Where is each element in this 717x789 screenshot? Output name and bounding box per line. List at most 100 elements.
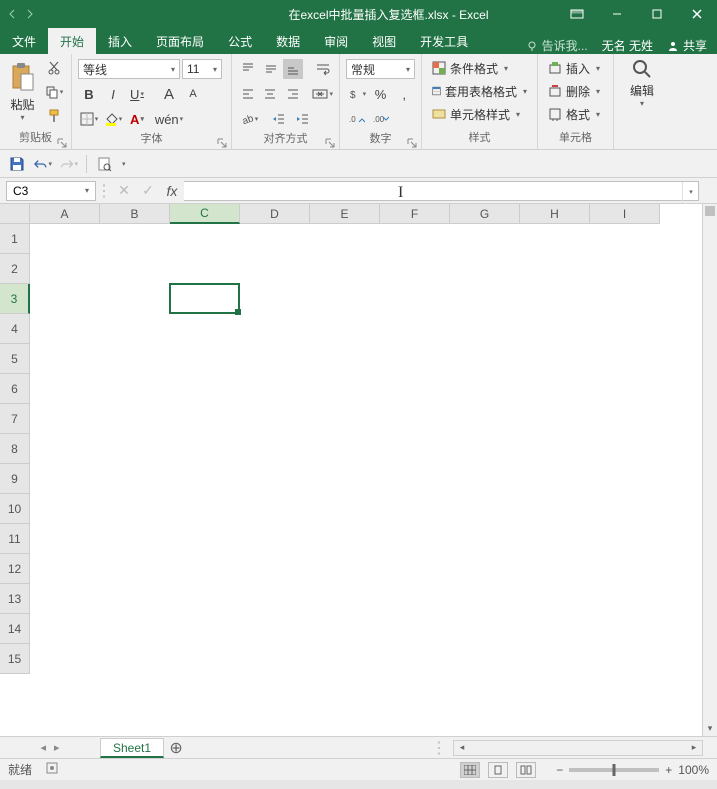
zoom-slider[interactable] <box>569 768 659 772</box>
dec-decimal-button[interactable]: .00 <box>370 109 392 129</box>
row-header[interactable]: 2 <box>0 254 30 284</box>
tab-layout[interactable]: 页面布局 <box>144 28 216 54</box>
undo-button[interactable]: ▾ <box>34 155 52 173</box>
tab-home[interactable]: 开始 <box>48 28 96 54</box>
accounting-button[interactable]: $▾ <box>346 84 368 104</box>
cell-style-button[interactable]: 单元格样式▾ <box>428 104 531 124</box>
percent-button[interactable]: % <box>370 84 392 104</box>
comma-button[interactable]: , <box>393 84 415 104</box>
merge-button[interactable]: ▾ <box>312 84 333 104</box>
fill-color-button[interactable]: ▾ <box>102 109 124 129</box>
border-button[interactable]: ▾ <box>78 109 100 129</box>
dec-indent-button[interactable] <box>268 109 290 129</box>
row-header[interactable]: 6 <box>0 374 30 404</box>
col-header[interactable]: B <box>100 204 170 224</box>
ribbon-options-icon[interactable] <box>557 0 597 28</box>
minimize-button[interactable] <box>597 0 637 28</box>
row-header[interactable]: 7 <box>0 404 30 434</box>
col-header[interactable]: F <box>380 204 450 224</box>
row-header[interactable]: 11 <box>0 524 30 554</box>
inc-indent-button[interactable] <box>292 109 314 129</box>
inc-decimal-button[interactable]: .0 <box>346 109 368 129</box>
sheet-nav[interactable]: ◂▸ <box>0 741 100 754</box>
insert-cells-button[interactable]: 插入▾ <box>544 58 607 78</box>
row-header[interactable]: 14 <box>0 614 30 644</box>
zoom-out-button[interactable]: − <box>556 763 563 777</box>
font-launcher[interactable] <box>217 135 229 147</box>
hscroll-left-icon[interactable]: ◂ <box>454 742 470 753</box>
align-left-button[interactable] <box>238 84 258 104</box>
align-bottom-button[interactable] <box>283 59 303 79</box>
number-format-combo[interactable]: 常规▾ <box>346 59 415 79</box>
tab-file[interactable]: 文件 <box>0 28 48 54</box>
orientation-button[interactable]: ab▾ <box>238 109 260 129</box>
fx-button[interactable]: fx <box>160 181 184 201</box>
format-cells-button[interactable]: 格式▾ <box>544 104 607 124</box>
name-box[interactable]: C3▾ <box>6 181 96 201</box>
align-right-button[interactable] <box>283 84 303 104</box>
zoom-in-button[interactable]: + <box>665 763 672 777</box>
user-name[interactable]: 无名 无姓 <box>596 37 659 54</box>
cut-button[interactable] <box>43 58 65 78</box>
align-middle-button[interactable] <box>260 59 280 79</box>
row-header[interactable]: 4 <box>0 314 30 344</box>
qat-customize[interactable]: ▾ <box>122 160 126 168</box>
tab-insert[interactable]: 插入 <box>96 28 144 54</box>
row-header[interactable]: 8 <box>0 434 30 464</box>
italic-button[interactable]: I <box>102 84 124 104</box>
delete-cells-button[interactable]: 删除▾ <box>544 81 607 101</box>
align-top-button[interactable] <box>238 59 258 79</box>
maximize-button[interactable] <box>637 0 677 28</box>
col-header[interactable]: D <box>240 204 310 224</box>
font-size-combo[interactable]: 11▾ <box>182 59 222 79</box>
cond-format-button[interactable]: 条件格式▾ <box>428 58 531 78</box>
grow-font-button[interactable]: A <box>158 84 180 104</box>
row-header[interactable]: 9 <box>0 464 30 494</box>
row-header[interactable]: 3 <box>0 284 30 314</box>
tab-formulas[interactable]: 公式 <box>216 28 264 54</box>
underline-button[interactable]: U▾ <box>126 84 148 104</box>
col-header[interactable]: A <box>30 204 100 224</box>
cells-canvas[interactable] <box>30 224 702 736</box>
horizontal-scrollbar[interactable]: ◂ ▸ <box>453 740 703 756</box>
fill-handle[interactable] <box>235 309 241 315</box>
font-name-combo[interactable]: 等线▾ <box>78 59 180 79</box>
page-layout-view-button[interactable] <box>488 762 508 778</box>
align-launcher[interactable] <box>325 135 337 147</box>
active-cell[interactable] <box>169 283 240 314</box>
tab-dev[interactable]: 开发工具 <box>408 28 480 54</box>
col-header[interactable]: I <box>590 204 660 224</box>
bold-button[interactable]: B <box>78 84 100 104</box>
col-header[interactable]: E <box>310 204 380 224</box>
tell-me[interactable]: 告诉我... <box>520 37 594 54</box>
row-header[interactable]: 13 <box>0 584 30 614</box>
number-launcher[interactable] <box>407 135 419 147</box>
zoom-level[interactable]: 100% <box>678 763 709 777</box>
sheet-tab[interactable]: Sheet1 <box>100 738 164 758</box>
cancel-entry-button[interactable]: ✕ <box>112 181 136 201</box>
redo-button[interactable]: ▾ <box>60 155 78 173</box>
row-header[interactable]: 15 <box>0 644 30 674</box>
print-preview-button[interactable] <box>95 155 113 173</box>
expand-formula-bar[interactable]: ▾ <box>682 182 698 202</box>
vscroll-thumb[interactable] <box>705 206 715 216</box>
col-header[interactable]: H <box>520 204 590 224</box>
font-color-button[interactable]: A▾ <box>126 109 148 129</box>
macro-record-button[interactable] <box>46 762 58 777</box>
col-header[interactable]: C <box>170 204 240 224</box>
page-break-view-button[interactable] <box>516 762 536 778</box>
align-center-button[interactable] <box>260 84 280 104</box>
row-header[interactable]: 1 <box>0 224 30 254</box>
vscroll-down-icon[interactable]: ▾ <box>703 723 717 734</box>
row-header[interactable]: 10 <box>0 494 30 524</box>
clipboard-launcher[interactable] <box>57 135 69 147</box>
shrink-font-button[interactable]: A <box>182 84 204 104</box>
tab-view[interactable]: 视图 <box>360 28 408 54</box>
row-header[interactable]: 12 <box>0 554 30 584</box>
select-all-corner[interactable] <box>0 204 30 224</box>
wrap-text-button[interactable] <box>313 59 333 79</box>
phonetic-button[interactable]: wén▾ <box>158 109 180 129</box>
find-select-button[interactable]: 编辑 ▾ <box>620 58 664 108</box>
copy-button[interactable]: ▾ <box>43 82 65 102</box>
hscroll-right-icon[interactable]: ▸ <box>686 742 702 753</box>
